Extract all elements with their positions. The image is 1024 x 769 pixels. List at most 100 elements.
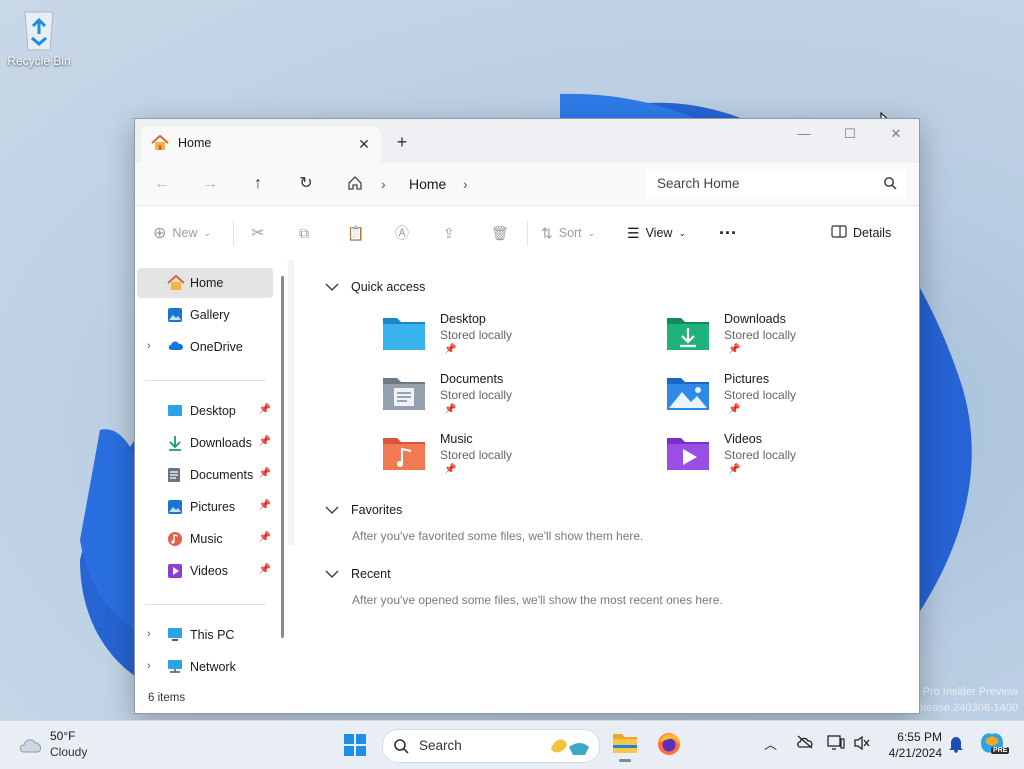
minimize-icon[interactable]: —	[781, 119, 827, 149]
desktop-folder-icon	[383, 318, 425, 350]
nav-item-pictures[interactable]: Pictures 📌	[137, 492, 273, 522]
favorites-header[interactable]: Favorites	[324, 503, 624, 519]
details-pane-icon	[831, 225, 847, 241]
nav-item-network[interactable]: › Network	[137, 652, 273, 682]
forward-arrow-icon[interactable]: →	[195, 171, 225, 197]
quick-access-header[interactable]: Quick access	[324, 280, 624, 296]
recent-header[interactable]: Recent	[324, 567, 624, 583]
expand-chevron-icon[interactable]: ›	[147, 660, 151, 672]
sort-button[interactable]: ⇅ Sort ⌄	[541, 220, 595, 246]
nav-item-documents[interactable]: Documents 📌	[137, 460, 273, 490]
nav-label: Downloads	[190, 436, 252, 450]
pin-icon[interactable]: 📌	[259, 500, 271, 511]
breadcrumb[interactable]: › Home ›	[335, 169, 637, 199]
tile-subtitle: Stored locally	[724, 388, 797, 402]
up-arrow-icon[interactable]: ↑	[243, 171, 273, 197]
recycle-bin-icon	[19, 8, 59, 52]
display-icon[interactable]	[827, 735, 845, 754]
paste-icon[interactable]: 📋	[347, 220, 364, 246]
nav-item-videos[interactable]: Videos 📌	[137, 556, 273, 586]
onedrive-status-icon[interactable]	[796, 735, 814, 752]
tab-home[interactable]: Home ✕	[141, 127, 381, 163]
nav-scrollbar[interactable]	[281, 276, 284, 638]
onedrive-cloud-icon	[167, 339, 185, 355]
more-options-icon[interactable]: ···	[719, 220, 737, 246]
title-bar: Home ✕ + — ☐ ✕	[135, 119, 919, 163]
pin-icon[interactable]: 📌	[259, 404, 271, 415]
refresh-icon[interactable]: ↻	[291, 171, 321, 197]
nav-item-this-pc[interactable]: › This PC	[137, 620, 273, 650]
sort-label: Sort	[558, 226, 582, 240]
nav-item-home[interactable]: Home	[137, 268, 273, 298]
quick-access-tile-downloads[interactable]: Downloads Stored locally 📌	[666, 312, 896, 368]
new-tab-icon[interactable]: +	[391, 131, 413, 153]
pin-icon: 📌	[444, 344, 457, 355]
start-windows-icon[interactable]	[344, 734, 366, 759]
nav-label: Network	[190, 660, 236, 674]
pane-splitter[interactable]	[288, 260, 294, 545]
pin-icon: 📌	[444, 464, 457, 475]
file-explorer-taskbar-icon[interactable]	[612, 731, 638, 762]
back-arrow-icon[interactable]: ←	[147, 171, 177, 197]
home-icon	[151, 134, 169, 154]
expand-chevron-icon[interactable]: ›	[147, 628, 151, 640]
copy-icon[interactable]: ⧉	[299, 220, 309, 246]
show-hidden-icons-chevron-icon[interactable]: ︿	[764, 734, 777, 753]
breadcrumb-chevron-icon: ›	[381, 176, 386, 192]
delete-icon[interactable]: 🗑	[491, 220, 509, 246]
gallery-icon	[167, 307, 185, 323]
notification-bell-icon[interactable]	[948, 735, 964, 756]
cut-icon[interactable]: ✂	[251, 220, 264, 246]
toolbar-divider	[233, 220, 234, 246]
system-clock[interactable]: 6:55 PM 4/21/2024	[882, 729, 942, 761]
nav-label: This PC	[190, 628, 235, 642]
view-chevron-icon: ⌄	[678, 227, 686, 238]
pictures-icon	[167, 499, 185, 515]
share-icon[interactable]: ⇪	[443, 220, 455, 246]
tile-subtitle: Stored locally	[724, 448, 797, 462]
taskbar-search-box[interactable]: Search	[382, 729, 600, 763]
monitor-icon	[167, 627, 185, 643]
nav-label: Gallery	[190, 308, 230, 322]
home-icon	[167, 274, 185, 291]
status-item-count: 6 items	[148, 692, 186, 704]
pin-icon: 📌	[728, 344, 741, 355]
expand-chevron-icon[interactable]: ›	[147, 340, 151, 352]
pin-icon[interactable]: 📌	[259, 468, 271, 479]
details-button[interactable]: Details	[831, 220, 891, 246]
nav-item-downloads[interactable]: Downloads 📌	[137, 428, 273, 458]
rename-icon[interactable]: Ⓐ	[395, 220, 409, 246]
nav-divider	[145, 604, 265, 605]
copilot-pre-badge: PRE	[991, 747, 1010, 754]
breadcrumb-end-chevron-icon[interactable]: ›	[463, 176, 468, 192]
nav-label: Music	[190, 532, 223, 546]
maximize-icon[interactable]: ☐	[827, 119, 873, 149]
nav-item-desktop[interactable]: Desktop 📌	[137, 396, 273, 426]
view-button[interactable]: ☰ View ⌄	[627, 220, 686, 246]
quick-access-tile-pictures[interactable]: Pictures Stored locally 📌	[666, 372, 896, 428]
close-window-icon[interactable]: ✕	[873, 119, 919, 149]
quick-access-tile-desktop[interactable]: Desktop Stored locally 📌	[382, 312, 612, 368]
new-button[interactable]: ⊕ New ⌄	[153, 220, 211, 246]
pin-icon[interactable]: 📌	[259, 532, 271, 543]
recycle-bin-desktop-icon[interactable]: Recycle Bin	[6, 8, 72, 68]
music-icon	[167, 531, 185, 547]
details-label: Details	[853, 226, 892, 240]
recent-empty-message: After you've opened some files, we'll sh…	[352, 593, 723, 607]
pin-icon[interactable]: 📌	[259, 436, 271, 447]
close-tab-icon[interactable]: ✕	[353, 133, 375, 155]
nav-item-music[interactable]: Music 📌	[137, 524, 273, 554]
quick-access-tile-music[interactable]: Music Stored locally 📌	[382, 432, 612, 488]
nav-item-gallery[interactable]: Gallery	[137, 300, 273, 330]
nav-item-onedrive[interactable]: › OneDrive	[137, 332, 273, 362]
new-plus-icon: ⊕	[153, 225, 167, 242]
copilot-icon[interactable]: PRE	[979, 731, 1010, 759]
pin-icon[interactable]: 📌	[259, 564, 271, 575]
quick-access-tile-documents[interactable]: Documents Stored locally 📌	[382, 372, 612, 428]
section-title: Recent	[351, 567, 391, 581]
search-home-input[interactable]: Search Home	[645, 169, 907, 199]
desktop-folder-icon	[167, 403, 185, 419]
firefox-icon[interactable]	[657, 732, 681, 759]
quick-access-tile-videos[interactable]: Videos Stored locally 📌	[666, 432, 896, 488]
volume-muted-icon[interactable]	[853, 735, 871, 754]
